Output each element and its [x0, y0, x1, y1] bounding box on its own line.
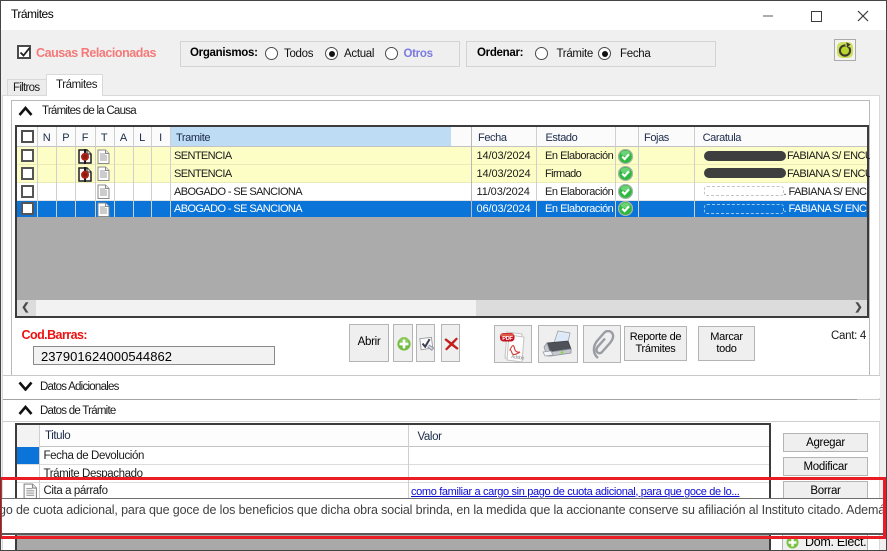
svg-text:PDF: PDF: [502, 336, 513, 342]
